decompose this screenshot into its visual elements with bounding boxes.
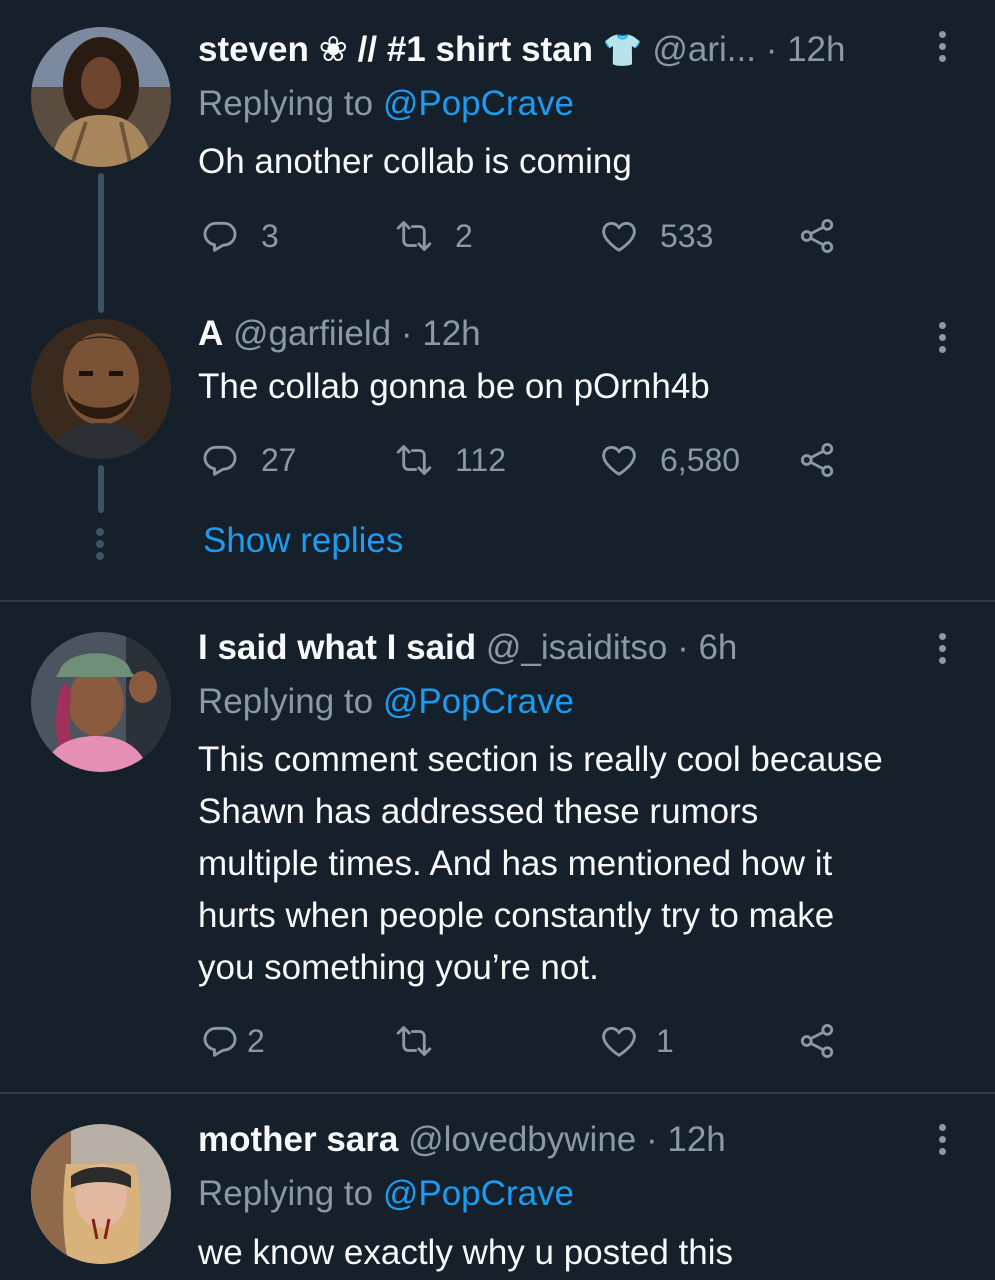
replying-handle-link[interactable]: @PopCrave — [383, 682, 574, 721]
share-button[interactable] — [798, 1022, 858, 1060]
text-line: you something you’re not. — [198, 948, 599, 987]
like-button[interactable]: 533 — [600, 217, 713, 255]
tweet-text: This comment section is really cool beca… — [198, 734, 883, 994]
retweet-button[interactable]: 2 — [395, 217, 473, 255]
thread-line — [98, 465, 104, 513]
like-button[interactable]: 1 — [600, 1022, 674, 1060]
more-icon[interactable] — [939, 322, 949, 358]
display-name[interactable]: A — [198, 314, 223, 353]
shirt-emoji-icon: 👕 — [602, 32, 643, 68]
like-count: 533 — [660, 217, 714, 254]
handle[interactable]: @garfiield — [233, 314, 391, 353]
more-icon[interactable] — [939, 31, 949, 67]
reply-icon — [201, 217, 239, 255]
reply-count: 27 — [261, 441, 297, 478]
reply-icon — [201, 1022, 239, 1060]
replying-to: Replying to @PopCrave — [198, 682, 575, 721]
replying-handle-link[interactable]: @PopCrave — [383, 1174, 574, 1213]
tweet-header: I said what I said @_isaiditso · 6h — [198, 628, 737, 668]
share-icon — [798, 441, 836, 479]
avatar-a[interactable] — [31, 319, 171, 459]
retweet-button[interactable] — [395, 1022, 455, 1060]
thread-continue-dots — [96, 528, 104, 564]
retweet-icon — [395, 217, 433, 255]
reply-icon — [201, 441, 239, 479]
reply-count: 3 — [261, 217, 279, 254]
text-line: This comment section is really cool beca… — [198, 740, 883, 779]
avatar-isaiditso[interactable] — [31, 632, 171, 772]
thread-line — [98, 173, 104, 313]
retweet-icon — [395, 1022, 433, 1060]
replying-to: Replying to @PopCrave — [198, 1174, 575, 1213]
timestamp[interactable]: · 6h — [677, 628, 737, 667]
divider — [0, 1092, 995, 1094]
avatar-steven[interactable] — [31, 27, 171, 167]
timestamp[interactable]: · 12h — [401, 314, 481, 353]
more-icon[interactable] — [939, 1124, 949, 1160]
retweet-count: 112 — [455, 441, 507, 478]
share-icon — [798, 217, 836, 255]
tweet-text: Oh another collab is coming — [198, 142, 632, 181]
display-name[interactable]: mother sara — [198, 1120, 398, 1159]
like-icon — [600, 441, 638, 479]
like-icon — [600, 217, 638, 255]
handle[interactable]: @_isaiditso — [486, 628, 667, 667]
tweet-header: mother sara @lovedbywine · 12h — [198, 1120, 726, 1160]
like-icon — [600, 1022, 638, 1060]
share-icon — [798, 1022, 836, 1060]
retweet-count: 2 — [455, 217, 473, 254]
divider — [0, 600, 995, 602]
tweet-header: A @garfiield · 12h — [198, 314, 481, 354]
like-count: 1 — [656, 1022, 674, 1059]
share-button[interactable] — [798, 217, 858, 255]
handle[interactable]: @lovedbywine — [408, 1120, 636, 1159]
timestamp[interactable]: · 12h — [646, 1120, 726, 1159]
retweet-button[interactable]: 112 — [395, 441, 506, 479]
reply-button[interactable]: 3 — [201, 217, 279, 255]
replying-handle-link[interactable]: @PopCrave — [383, 84, 574, 123]
retweet-icon — [395, 441, 433, 479]
handle[interactable]: @ari... — [652, 30, 756, 69]
more-icon[interactable] — [939, 633, 949, 669]
tweet-text: The collab gonna be on pOrnh4b — [198, 367, 710, 406]
replying-to: Replying to @PopCrave — [198, 84, 575, 123]
timestamp[interactable]: · 12h — [766, 30, 846, 69]
share-button[interactable] — [798, 441, 858, 479]
like-count: 6,580 — [660, 441, 741, 478]
show-replies-link[interactable]: Show replies — [203, 521, 403, 561]
avatar-mother-sara[interactable] — [31, 1124, 171, 1264]
text-line: multiple times. And has mentioned how it — [198, 844, 833, 883]
tweet-text: we know exactly why u posted this — [198, 1233, 733, 1272]
text-line: Shawn has addressed these rumors — [198, 792, 759, 831]
display-name[interactable]: steven ❀ // #1 shirt stan — [198, 30, 593, 69]
tweet-header: steven ❀ // #1 shirt stan 👕 @ari... · 12… — [198, 30, 845, 70]
text-line: hurts when people constantly try to make — [198, 896, 835, 935]
like-button[interactable]: 6,580 — [600, 441, 740, 479]
reply-button[interactable]: 2 — [201, 1022, 265, 1060]
reply-button[interactable]: 27 — [201, 441, 297, 479]
reply-count: 2 — [247, 1022, 265, 1059]
display-name[interactable]: I said what I said — [198, 628, 476, 667]
